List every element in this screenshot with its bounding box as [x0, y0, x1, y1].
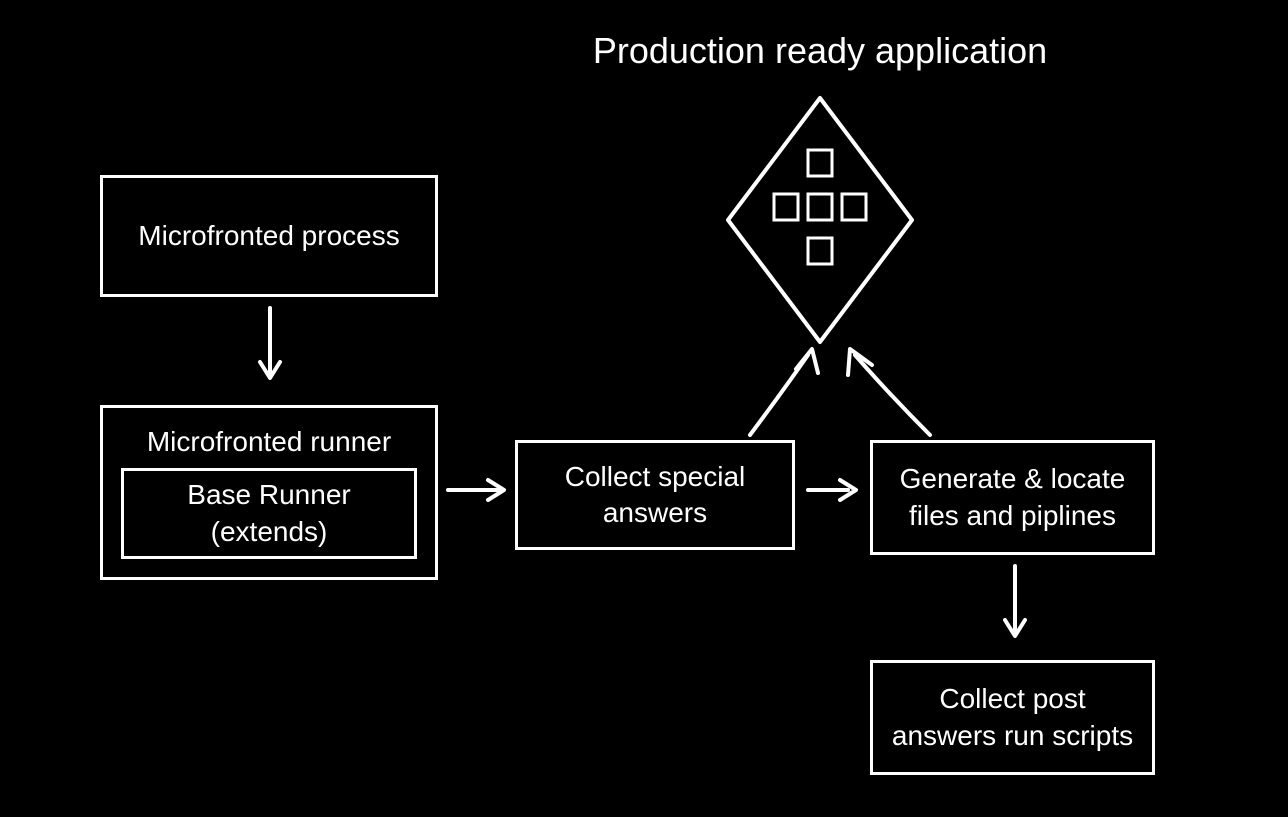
node-generate-locate: Generate & locate files and piplines [870, 440, 1155, 555]
production-app-icon [720, 90, 920, 350]
arrow-up-left-icon [720, 335, 920, 445]
node-label: Microfronted process [138, 218, 399, 254]
arrow-right-icon [440, 470, 520, 510]
node-microfrontend-runner: Microfronted runner Base Runner (extends… [100, 405, 438, 580]
node-base-runner: Base Runner (extends) [121, 468, 417, 559]
node-label: Collect special answers [536, 459, 774, 532]
node-label: Collect post answers run scripts [891, 681, 1134, 754]
node-label: Generate & locate files and piplines [891, 461, 1134, 534]
node-microfrontend-process: Microfronted process [100, 175, 438, 297]
arrow-down-icon [995, 558, 1035, 658]
node-collect-special: Collect special answers [515, 440, 795, 550]
node-label: Microfronted runner [147, 424, 391, 460]
diagram-title: Production ready application [590, 30, 1050, 72]
arrow-down-icon [250, 300, 290, 400]
arrow-up-right-icon [800, 335, 1000, 445]
node-label: Base Runner (extends) [187, 479, 350, 546]
node-collect-post: Collect post answers run scripts [870, 660, 1155, 775]
arrow-right-icon [800, 470, 870, 510]
